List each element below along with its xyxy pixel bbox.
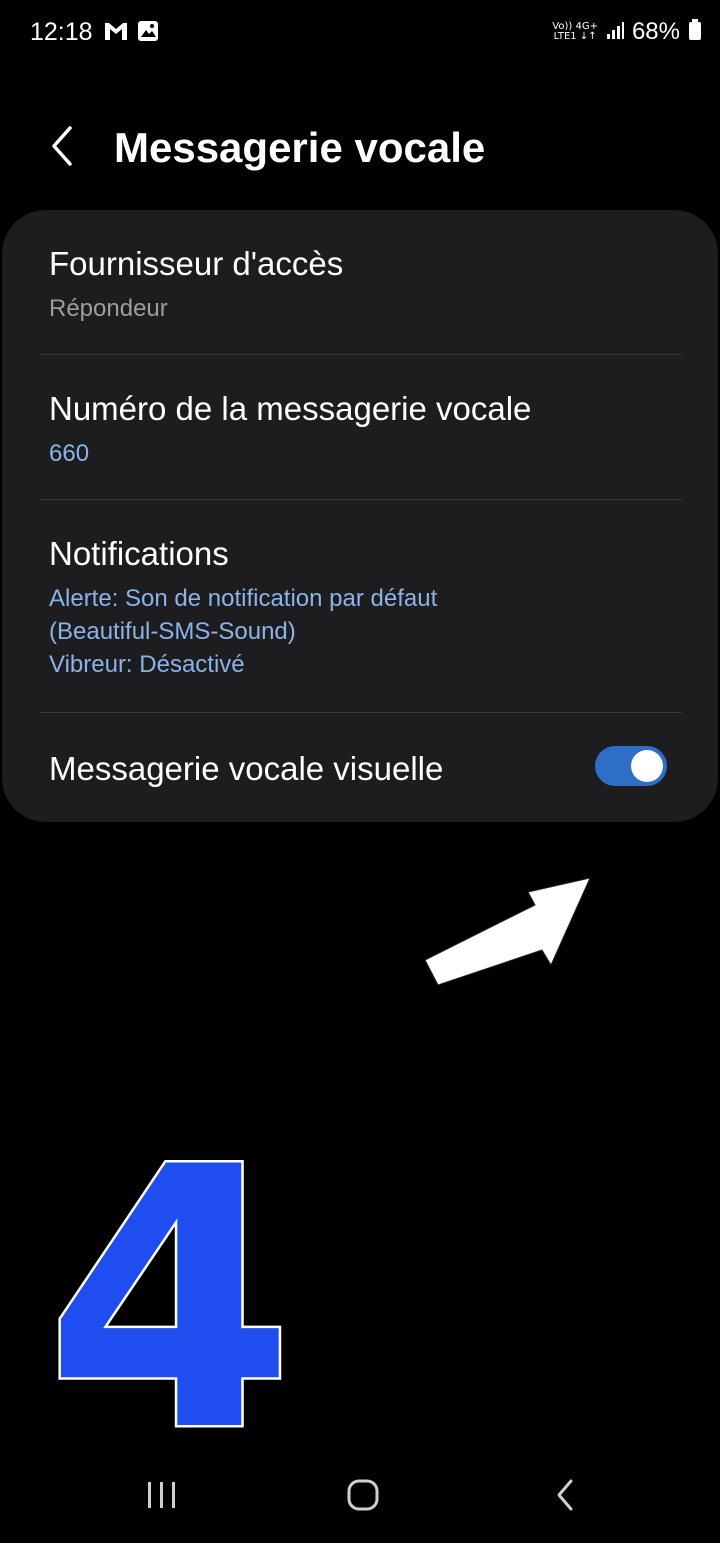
gmail-icon [103, 20, 129, 47]
step-number: 4 [42, 1089, 298, 1513]
recent-apps-icon [145, 1480, 179, 1515]
setting-notifications-title: Notifications [49, 535, 229, 572]
battery-icon [688, 18, 702, 46]
network-label-bottom: LTE1 ↓↑ [553, 31, 597, 42]
setting-provider-title: Fournisseur d'accès [49, 245, 344, 282]
setting-notifications-vibration: Vibreur: Désactivé [49, 651, 245, 678]
gallery-icon [137, 20, 159, 47]
step-number-text: 4 [55, 1140, 285, 1440]
setting-provider-value: Répondeur [49, 295, 168, 322]
setting-provider[interactable]: Fournisseur d'accès Répondeur [2, 210, 718, 354]
header: Messagerie vocale [0, 110, 720, 190]
home-button[interactable] [333, 1472, 393, 1522]
navigation-bar [0, 1450, 720, 1543]
arrow-up-right-icon [420, 870, 595, 990]
back-icon [553, 1478, 577, 1517]
setting-visual-voicemail-title: Messagerie vocale visuelle [49, 750, 444, 787]
setting-voicemail-number-value: 660 [49, 440, 90, 467]
chevron-left-icon [48, 124, 76, 173]
setting-notifications-sound: (Beautiful-SMS-Sound) [49, 618, 296, 645]
back-nav-button[interactable] [535, 1472, 595, 1522]
volte-icon: Vo)) 4G+ LTE1 ↓↑ [552, 22, 598, 42]
setting-voicemail-number[interactable]: Numéro de la messagerie vocale 660 [2, 355, 718, 499]
battery-percent: 68% [631, 18, 680, 45]
page-title: Messagerie vocale [114, 124, 486, 171]
recent-apps-button[interactable] [132, 1472, 192, 1522]
status-time: 12:18 [30, 18, 93, 46]
status-bar: 12:18 Vo)) 4G+ LTE1 ↓↑ 68% [0, 0, 720, 66]
setting-notifications[interactable]: Notifications Alerte: Son de notificatio… [2, 500, 718, 712]
back-button[interactable] [40, 120, 84, 176]
signal-icon [606, 20, 624, 45]
setting-notifications-alert: Alerte: Son de notification par défaut [49, 585, 438, 612]
setting-voicemail-number-title: Numéro de la messagerie vocale [49, 390, 532, 427]
status-left-icons [103, 20, 159, 47]
visual-voicemail-toggle[interactable] [595, 746, 667, 786]
toggle-knob [631, 750, 663, 782]
status-right-icons: Vo)) 4G+ LTE1 ↓↑ 68% [552, 18, 702, 46]
home-icon [346, 1478, 380, 1517]
settings-card: Fournisseur d'accès Répondeur Numéro de … [2, 210, 718, 822]
